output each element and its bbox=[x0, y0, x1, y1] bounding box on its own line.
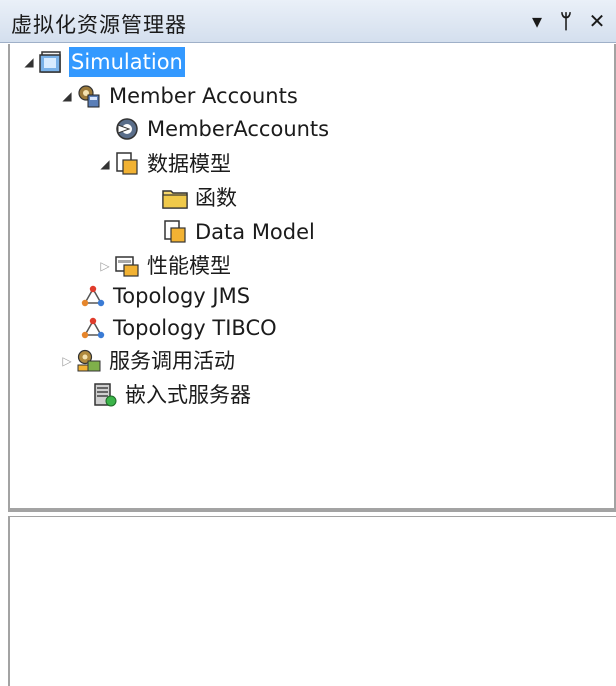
tree-node-service-activities[interactable]: ▷ 服务调用活动 bbox=[58, 346, 237, 376]
expanded-arrow-icon[interactable]: ◢ bbox=[58, 81, 76, 111]
tree-node-label: 数据模型 bbox=[147, 152, 231, 176]
topology-icon bbox=[80, 315, 106, 341]
collapsed-arrow-icon[interactable]: ▷ bbox=[58, 346, 76, 376]
pin-icon[interactable]: ᛘ bbox=[553, 6, 579, 36]
tree-node-label: Topology JMS bbox=[113, 284, 251, 308]
tree-node-label: 嵌入式服务器 bbox=[125, 383, 251, 407]
expanded-arrow-icon[interactable]: ◢ bbox=[96, 149, 114, 179]
panel-title: 虚拟化资源管理器 bbox=[11, 13, 187, 37]
tree-node-label: Data Model bbox=[195, 220, 315, 244]
tree-node-label: Topology TIBCO bbox=[113, 316, 277, 340]
tree-node-label: 函数 bbox=[195, 186, 237, 210]
tree-node-label: MemberAccounts bbox=[147, 117, 330, 141]
tree-node-performance-models[interactable]: ▷ 性能模型 bbox=[96, 251, 233, 281]
properties-pane bbox=[8, 516, 616, 686]
data-model-icon bbox=[114, 151, 140, 177]
tree-node-embedded-servers[interactable]: 嵌入式服务器 bbox=[92, 380, 253, 410]
tree-node-topology-jms[interactable]: Topology JMS bbox=[80, 281, 252, 311]
tree-node-label: Simulation bbox=[69, 47, 185, 77]
tree-node-label: 服务调用活动 bbox=[109, 349, 235, 373]
operation-circle-icon bbox=[114, 116, 140, 142]
splitter[interactable] bbox=[8, 508, 616, 512]
service-gear-icon bbox=[76, 83, 102, 109]
service-activity-icon bbox=[76, 348, 102, 374]
tree-node-label: Member Accounts bbox=[109, 84, 298, 108]
data-model-icon bbox=[162, 219, 188, 245]
tree-node-simulation[interactable]: ◢ Simulation bbox=[20, 47, 185, 77]
virtual-resource-explorer-panel: 虚拟化资源管理器 ▾ ᛘ ✕ ◢ Simulation ◢ Member Acc… bbox=[0, 0, 616, 686]
performance-model-icon bbox=[114, 253, 140, 279]
dropdown-icon[interactable]: ▾ bbox=[524, 6, 550, 36]
close-icon[interactable]: ✕ bbox=[584, 6, 610, 36]
tree-node-member-accounts[interactable]: ◢ Member Accounts bbox=[58, 81, 300, 111]
topology-icon bbox=[80, 283, 106, 309]
tree-node-functions[interactable]: 函数 bbox=[162, 183, 239, 213]
tree-node-topology-tibco[interactable]: Topology TIBCO bbox=[80, 313, 279, 343]
tree-node-memberaccounts-operation[interactable]: MemberAccounts bbox=[114, 114, 331, 144]
tree-node-data-models[interactable]: ◢ 数据模型 bbox=[96, 149, 233, 179]
tree-node-data-model[interactable]: Data Model bbox=[162, 217, 317, 247]
project-folder-icon bbox=[38, 49, 64, 75]
collapsed-arrow-icon[interactable]: ▷ bbox=[96, 251, 114, 281]
tree-node-label: 性能模型 bbox=[147, 254, 231, 278]
server-icon bbox=[92, 382, 118, 408]
expanded-arrow-icon[interactable]: ◢ bbox=[20, 47, 38, 77]
folder-icon bbox=[162, 185, 188, 211]
panel-title-bar: 虚拟化资源管理器 ▾ ᛘ ✕ bbox=[0, 0, 616, 43]
